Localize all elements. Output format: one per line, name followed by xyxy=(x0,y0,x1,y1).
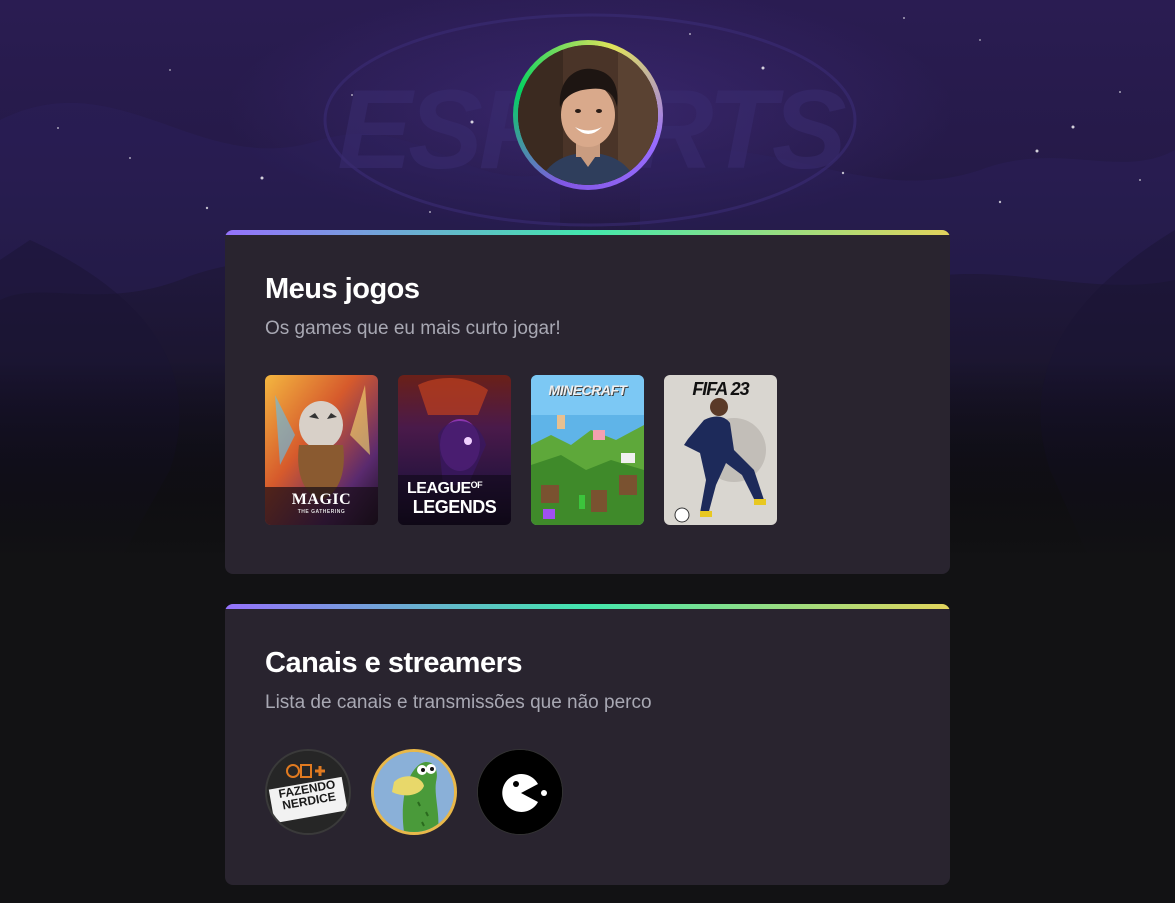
games-card: Meus jogos Os games que eu mais curto jo… xyxy=(225,230,950,574)
profile-avatar-ring xyxy=(513,40,663,190)
game-cover-minecraft[interactable]: MINECRAFT xyxy=(531,375,644,525)
streams-subtitle: Lista de canais e transmissões que não p… xyxy=(265,692,652,713)
streams-card: Canais e streamers Lista de canais e tra… xyxy=(225,604,950,885)
magic-logo-text: MAGIC xyxy=(291,491,352,508)
league-logo-league: LEAGUE xyxy=(407,480,471,497)
green-monster-avatar-icon xyxy=(374,752,454,832)
fifa23-logo-text: FIFA 23 xyxy=(692,379,749,399)
profile-photo-icon xyxy=(518,45,658,185)
games-list: MAGIC THE GATHERING LEAGUEOF LEGENDS MIN… xyxy=(265,375,777,525)
magic-logo-subtext: THE GATHERING xyxy=(297,509,346,515)
page: ESPORTS xyxy=(0,0,1175,903)
league-logo-of: OF xyxy=(470,480,483,490)
league-logo-line2: LEGENDS xyxy=(412,497,497,517)
game-cover-fifa23[interactable]: FIFA 23 xyxy=(664,375,777,525)
games-title: Meus jogos xyxy=(265,273,420,305)
games-subtitle: Os games que eu mais curto jogar! xyxy=(265,318,561,339)
pacman-avatar-icon xyxy=(478,750,562,834)
league-logo-line1: LEAGUEOF xyxy=(398,480,511,498)
streamer-fazendo-nerdice[interactable]: FAZENDO NERDICE xyxy=(265,749,351,835)
streamers-list: FAZENDO NERDICE xyxy=(265,749,563,835)
game-cover-magic[interactable]: MAGIC THE GATHERING xyxy=(265,375,378,525)
minecraft-logo-text: MINECRAFT xyxy=(548,382,627,398)
streamer-green-monster[interactable] xyxy=(371,749,457,835)
streamer-pacman[interactable] xyxy=(477,749,563,835)
game-cover-league-of-legends[interactable]: LEAGUEOF LEGENDS xyxy=(398,375,511,525)
streams-title: Canais e streamers xyxy=(265,647,523,679)
profile-avatar xyxy=(518,45,658,185)
